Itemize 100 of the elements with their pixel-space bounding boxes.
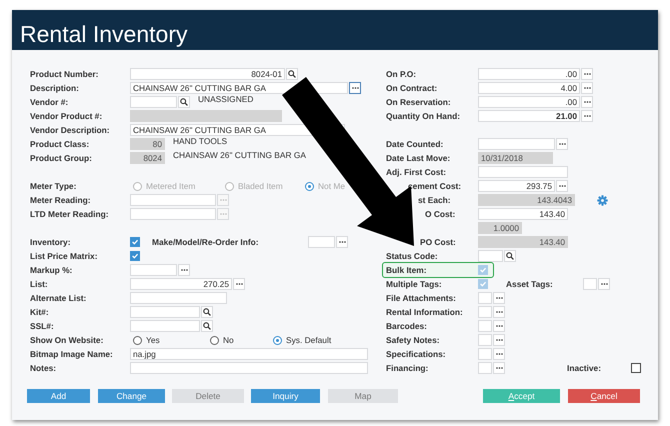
field-label: List: <box>30 279 48 289</box>
text-field[interactable]: 4.00 <box>478 82 580 94</box>
field-label: Alternate List: <box>30 293 86 303</box>
text-field[interactable] <box>478 362 492 374</box>
radio-label: No <box>223 335 234 345</box>
field-label: Markup %: <box>30 265 72 275</box>
text-field[interactable] <box>478 166 568 178</box>
ellipsis-button[interactable] <box>349 82 361 94</box>
text-field[interactable] <box>130 264 177 276</box>
search-icon <box>506 252 514 260</box>
field-label: Status Code: <box>386 251 438 261</box>
radio-label: Metered Item <box>146 181 196 191</box>
text-field[interactable]: 143.40 <box>478 208 568 220</box>
checkbox[interactable] <box>631 363 641 373</box>
text-field[interactable]: 293.75 <box>478 180 555 192</box>
search-button[interactable] <box>504 250 516 262</box>
field-label: On Reservation: <box>386 97 451 107</box>
radio-label: Yes <box>146 335 160 345</box>
text-field[interactable] <box>478 348 492 360</box>
action-button[interactable]: Cancel <box>568 389 640 403</box>
text-field[interactable] <box>308 236 335 248</box>
field-label: SSL#: <box>30 321 54 331</box>
search-button[interactable] <box>286 68 298 80</box>
settings-icon[interactable] <box>597 194 608 206</box>
radio-label: Not Me <box>318 181 345 191</box>
field-label: Description: <box>30 83 79 93</box>
text-field[interactable]: .00 <box>478 68 580 80</box>
text-field[interactable] <box>130 320 200 332</box>
radio-button[interactable] <box>273 336 282 344</box>
field-label: Asset Tags: <box>506 279 554 289</box>
field-label: Vendor Description: <box>30 125 110 135</box>
field-label: Safety Notes: <box>386 335 440 345</box>
field-label: Meter Type: <box>30 181 76 191</box>
field-label: Vendor #: <box>30 97 68 107</box>
field-label: Financing: <box>386 363 428 373</box>
text-field[interactable] <box>583 278 597 290</box>
field-note: HAND TOOLS <box>173 137 228 146</box>
field-label: Meter Reading: <box>30 195 90 205</box>
text-field[interactable]: .00 <box>478 96 580 108</box>
field-label: Make/Model/Re-Order Info: <box>152 237 260 247</box>
text-field[interactable]: 270.25 <box>130 278 232 290</box>
search-button[interactable] <box>201 306 213 318</box>
field-note: CHAINSAW 26" CUTTING BAR GA <box>173 151 306 160</box>
field-label: Rental Information: <box>386 307 463 317</box>
text-field[interactable] <box>478 334 492 346</box>
field-label: Product Class: <box>30 139 90 149</box>
checkbox[interactable] <box>130 251 140 261</box>
search-button[interactable] <box>178 96 190 108</box>
text-field[interactable]: 21.00 <box>478 110 580 122</box>
field-label: st Each: <box>418 195 451 205</box>
field-label: List Price Matrix: <box>30 251 98 261</box>
field-note: UNASSIGNED <box>198 95 254 104</box>
text-field[interactable] <box>478 306 492 318</box>
field-label: On Contract: <box>386 83 438 93</box>
text-field[interactable]: na.jpg <box>130 348 368 360</box>
radio-label: Sys. Default <box>286 335 332 345</box>
field-label: Bulk Item: <box>386 265 426 275</box>
field-label: Inactive: <box>567 363 602 373</box>
field-label: File Attachments: <box>386 293 456 303</box>
text-field[interactable]: 8024-01 <box>130 68 285 80</box>
field-label: cement Cost: <box>408 181 462 191</box>
text-field[interactable] <box>130 306 200 318</box>
text-field[interactable] <box>130 96 177 108</box>
text-field[interactable] <box>478 292 492 304</box>
search-button[interactable] <box>201 320 213 332</box>
field-label: Barcodes: <box>386 321 427 331</box>
radio-button[interactable] <box>210 336 219 344</box>
text-field[interactable]: CHAINSAW 26" CUTTING BAR GA <box>130 82 348 94</box>
field-label: Bitmap Image Name: <box>30 349 113 359</box>
field-label: Date Last Move: <box>386 153 450 163</box>
field-label: Specifications: <box>386 349 446 359</box>
text-field[interactable] <box>478 250 503 262</box>
radio-button[interactable] <box>133 336 142 344</box>
checkbox[interactable] <box>130 237 140 247</box>
text-field[interactable] <box>478 138 555 150</box>
field-label: On P.O: <box>386 69 416 79</box>
field-label: Vendor Product #: <box>30 111 102 121</box>
field-label: O Cost: <box>425 209 456 219</box>
search-icon <box>288 70 296 78</box>
window-title: Rental Inventory <box>20 20 188 48</box>
search-icon <box>203 308 211 316</box>
field-label: Show On Website: <box>30 335 104 345</box>
text-field[interactable] <box>130 292 227 304</box>
field-label: Product Group: <box>30 153 92 163</box>
text-field[interactable] <box>478 320 492 332</box>
search-icon <box>203 322 211 330</box>
field-label: Adj. First Cost: <box>386 167 446 177</box>
text-field[interactable] <box>130 208 216 220</box>
text-field[interactable] <box>130 362 368 374</box>
field-label: Multiple Tags: <box>386 279 442 289</box>
text-field[interactable] <box>130 194 216 206</box>
field-label: Quantity On Hand: <box>386 111 460 121</box>
field-label: PO Cost: <box>420 237 456 247</box>
field-label: Product Number: <box>30 69 98 79</box>
field-label: LTD Meter Reading: <box>30 209 108 219</box>
search-icon <box>180 98 188 106</box>
field-label: Kit#: <box>30 307 49 317</box>
radio-label: Bladed Item <box>238 181 283 191</box>
field-label: Date Counted: <box>386 139 444 149</box>
field-label: Notes: <box>30 363 56 373</box>
